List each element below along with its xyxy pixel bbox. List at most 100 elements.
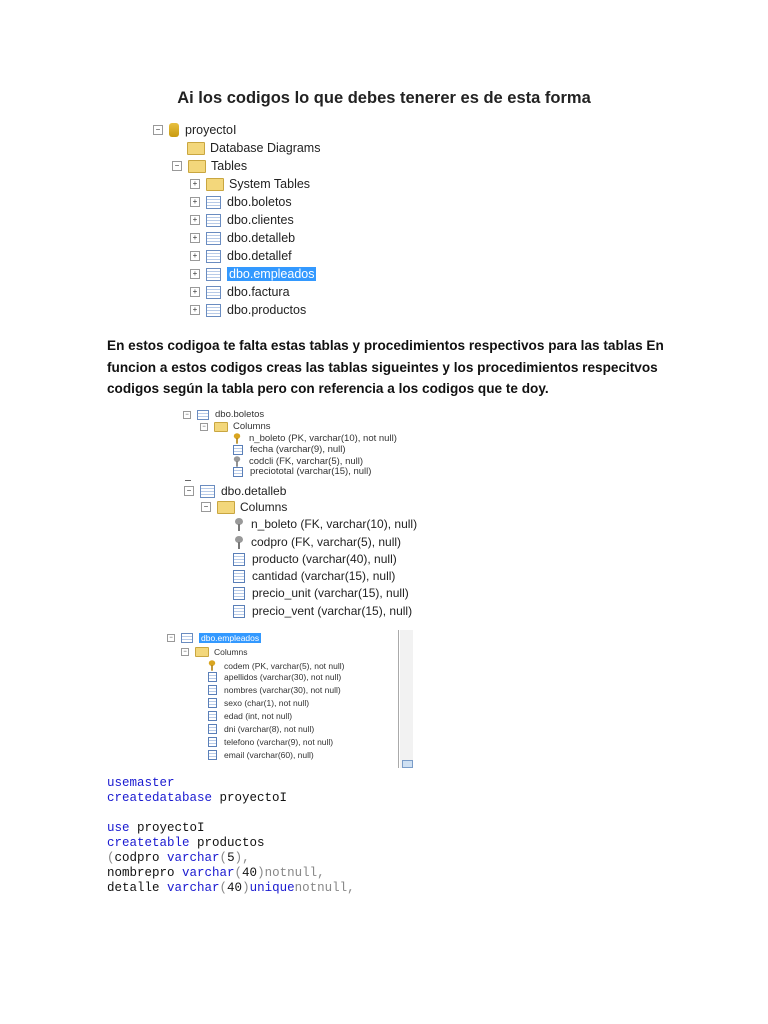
column-item[interactable]: cantidad (varchar(15), null): [233, 569, 395, 583]
tree-node-table-selected[interactable]: − dbo.empleados: [167, 633, 262, 643]
code-token: 5: [227, 851, 235, 865]
column-item[interactable]: codpro (FK, varchar(5), null): [235, 535, 401, 549]
expand-icon[interactable]: +: [190, 287, 200, 297]
tree-node-table[interactable]: + dbo.detalleb: [190, 231, 295, 245]
collapse-icon[interactable]: −: [167, 634, 175, 642]
node-label: Database Diagrams: [210, 141, 321, 155]
column-item[interactable]: dni (varchar(8), not null): [208, 724, 314, 734]
table-icon: [206, 231, 221, 245]
column-label: apellidos (varchar(30), not null): [224, 672, 342, 682]
column-item[interactable]: producto (varchar(40), null): [233, 552, 397, 566]
expand-icon[interactable]: +: [190, 305, 200, 315]
tree-node-columns[interactable]: − Columns: [181, 647, 248, 657]
sql-code-block: usemaster createdatabase proyectoI use pro…: [107, 776, 355, 896]
collapse-icon[interactable]: −: [184, 486, 194, 496]
tree-node-table[interactable]: + dbo.factura: [190, 285, 290, 299]
node-label: proyectoI: [185, 123, 237, 137]
tree-node-diagrams[interactable]: Database Diagrams: [187, 141, 320, 155]
table-icon: [181, 633, 193, 643]
column-item[interactable]: apellidos (varchar(30), not null): [208, 672, 341, 682]
node-label: dbo.productos: [227, 303, 307, 317]
code-keyword: varchar: [167, 851, 220, 865]
tree-node-table[interactable]: − dbo.detalleb: [184, 484, 286, 498]
code-keyword: createdatabase: [107, 791, 213, 805]
collapse-icon[interactable]: −: [200, 422, 208, 431]
code-line: use proyectoI: [107, 821, 355, 836]
column-icon: [208, 685, 217, 695]
code-token: ),: [234, 851, 250, 865]
collapse-icon[interactable]: −: [201, 502, 211, 512]
expand-icon[interactable]: +: [190, 197, 200, 207]
table-icon: [206, 195, 221, 209]
column-item[interactable]: n_boleto (FK, varchar(10), null): [235, 517, 417, 531]
folder-icon: [217, 500, 235, 514]
node-label: dbo.clientes: [227, 213, 294, 227]
expand-icon[interactable]: +: [190, 269, 200, 279]
column-icon: [233, 444, 243, 455]
column-item[interactable]: fecha (varchar(9), null): [233, 444, 346, 455]
expand-icon[interactable]: +: [190, 215, 200, 225]
code-token: productos: [189, 836, 265, 850]
scrollbar-thumb[interactable]: [402, 760, 413, 768]
column-item[interactable]: telefono (varchar(9), not null): [208, 737, 333, 747]
column-item[interactable]: edad (int, not null): [208, 711, 292, 721]
code-keyword: varchar: [167, 881, 220, 895]
code-line: createdatabase proyectoI: [107, 791, 355, 806]
code-keyword: usemaster: [107, 776, 175, 790]
table-icon: [206, 303, 221, 317]
node-label: dbo.detallef: [227, 249, 292, 263]
table-icon: [197, 409, 209, 420]
document-page: { "title":"Ai los codigos lo que debes t…: [0, 0, 768, 1024]
tree-node-table[interactable]: + dbo.detallef: [190, 249, 292, 263]
expand-icon[interactable]: +: [190, 251, 200, 261]
tree-node-table[interactable]: + dbo.boletos: [190, 195, 292, 209]
tree-node-columns[interactable]: − Columns: [200, 421, 271, 432]
column-label: nombres (varchar(30), not null): [224, 685, 341, 695]
foreign-key-icon: [235, 517, 243, 531]
collapse-icon[interactable]: −: [172, 161, 182, 171]
node-label: System Tables: [229, 177, 311, 191]
folder-icon: [195, 647, 209, 657]
tree-node-table[interactable]: + dbo.productos: [190, 303, 306, 317]
tree-node-table-selected[interactable]: + dbo.empleados: [190, 267, 317, 281]
column-item[interactable]: preciototal (varchar(15), null): [233, 466, 371, 477]
column-label: fecha (varchar(9), null): [250, 444, 346, 455]
folder-icon: [187, 141, 205, 155]
node-label: Columns: [233, 421, 271, 432]
collapse-icon[interactable]: −: [183, 410, 191, 419]
table-icon: [206, 213, 221, 227]
table-icon: [206, 267, 221, 281]
database-icon: [169, 123, 179, 137]
column-item[interactable]: precio_unit (varchar(15), null): [233, 586, 409, 600]
column-icon: [208, 750, 217, 760]
folder-icon: [206, 177, 224, 191]
code-keyword: varchar: [182, 866, 235, 880]
code-keyword: unique: [249, 881, 295, 895]
column-item[interactable]: email (varchar(60), null): [208, 750, 314, 760]
tree-node-database[interactable]: − proyectoI: [153, 123, 236, 137]
expand-icon[interactable]: +: [190, 233, 200, 243]
column-label: precio_vent (varchar(15), null): [252, 604, 413, 618]
tree-node-table[interactable]: + dbo.clientes: [190, 213, 294, 227]
code-keyword: use: [107, 821, 130, 835]
tree-node-columns[interactable]: − Columns: [201, 500, 287, 514]
column-icon: [233, 586, 245, 600]
code-token: notnull,: [294, 881, 355, 895]
tree-node-system-tables[interactable]: + System Tables: [190, 177, 310, 191]
column-item[interactable]: sexo (char(1), not null): [208, 698, 309, 708]
folder-icon: [188, 159, 206, 173]
column-item[interactable]: precio_vent (varchar(15), null): [233, 604, 412, 618]
column-item[interactable]: nombres (varchar(30), not null): [208, 685, 341, 695]
column-label: n_boleto (PK, varchar(10), not null): [249, 433, 397, 444]
column-item[interactable]: codem (PK, varchar(5), not null): [208, 659, 344, 672]
tree-node-table[interactable]: − dbo.boletos: [183, 409, 264, 420]
tree-node-tables[interactable]: − Tables: [172, 159, 247, 173]
expand-icon[interactable]: +: [190, 179, 200, 189]
table-icon: [206, 249, 221, 263]
column-label: sexo (char(1), not null): [224, 698, 310, 708]
collapse-icon[interactable]: −: [181, 648, 189, 656]
scrollbar[interactable]: [400, 630, 413, 768]
scrollbar-border: [398, 630, 399, 768]
collapse-icon[interactable]: −: [153, 125, 163, 135]
code-line: detalle varchar(40)uniquenotnull,: [107, 881, 355, 896]
